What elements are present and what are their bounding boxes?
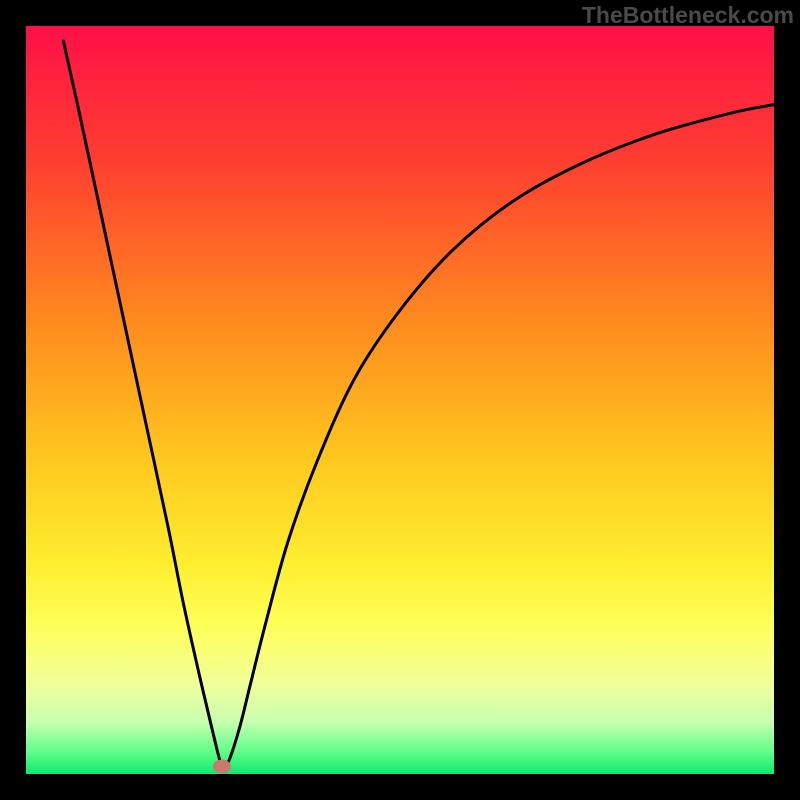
optimum-marker <box>213 760 231 774</box>
watermark-text: TheBottleneck.com <box>582 2 794 29</box>
chart-container: { "watermark": "TheBottleneck.com", "cha… <box>0 0 800 800</box>
bottleneck-chart <box>0 0 800 800</box>
gradient-background <box>26 26 774 774</box>
